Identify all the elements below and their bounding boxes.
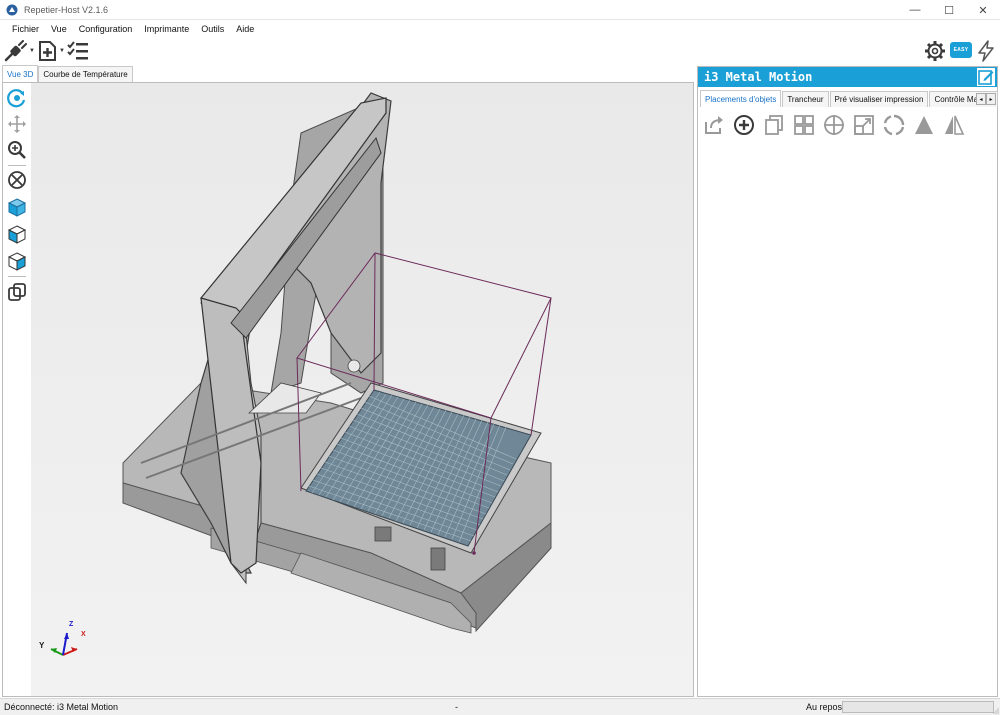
rotate-object-button[interactable] <box>882 113 906 137</box>
tab-scroll-right-button[interactable]: ▸ <box>986 93 996 105</box>
axis-x-label: X <box>81 631 86 638</box>
front-view-button[interactable] <box>6 223 28 245</box>
export-button[interactable] <box>702 113 726 137</box>
menu-configuration[interactable]: Configuration <box>73 24 139 34</box>
move-view-button[interactable] <box>6 113 28 135</box>
3d-viewport[interactable]: Y X Z <box>31 83 693 696</box>
window-title: Repetier-Host V2.1.6 <box>24 4 109 15</box>
top-view-button[interactable] <box>6 250 28 272</box>
parallel-view-button[interactable] <box>6 281 28 303</box>
iso-view-icon <box>7 198 27 217</box>
center-object-button[interactable] <box>822 113 846 137</box>
print-queue-icon <box>67 41 88 60</box>
print-queue-button[interactable] <box>66 40 90 62</box>
scale-object-button[interactable] <box>852 113 876 137</box>
printer-tabs: Placements d'objets Trancheur Pré visual… <box>700 90 999 107</box>
menu-fichier[interactable]: Fichier <box>6 24 45 34</box>
move-view-icon <box>8 115 26 133</box>
add-object-icon <box>734 115 754 135</box>
printer-model <box>50 92 552 656</box>
arrange-icon <box>794 115 814 135</box>
tab-slicer[interactable]: Trancheur <box>782 91 829 107</box>
tab-temperature-curve[interactable]: Courbe de Température <box>38 66 133 82</box>
zoom-view-icon <box>8 141 26 159</box>
load-dropdown-caret[interactable]: ▼ <box>59 48 65 54</box>
menu-outils[interactable]: Outils <box>195 24 230 34</box>
view-tools-divider <box>8 165 26 166</box>
tab-scroll-left-button[interactable]: ◂ <box>976 93 986 105</box>
axis-y-label: Y <box>39 641 45 650</box>
printer-panel: i3 Metal Motion Placements d'objets Tran… <box>697 66 999 697</box>
cut-icon <box>915 116 933 134</box>
settings-gear-icon <box>925 41 945 61</box>
easy-mode-badge[interactable]: EASY <box>950 42 972 58</box>
cut-object-button[interactable] <box>912 113 936 137</box>
connect-dropdown-caret[interactable]: ▼ <box>29 48 35 54</box>
printer-header: i3 Metal Motion <box>698 67 997 87</box>
menu-aide[interactable]: Aide <box>230 24 260 34</box>
connection-status: Déconnecté: i3 Metal Motion <box>4 702 119 712</box>
edit-icon <box>978 70 994 85</box>
status-middle: - <box>455 702 458 712</box>
rotate-icon <box>883 114 905 136</box>
tab-vue-3d[interactable]: Vue 3D <box>2 65 39 82</box>
menu-imprimante[interactable]: Imprimante <box>138 24 195 34</box>
fit-view-icon <box>8 171 26 189</box>
zoom-view-button[interactable] <box>6 139 28 161</box>
add-object-icon <box>39 41 56 61</box>
menu-vue[interactable]: Vue <box>45 24 73 34</box>
app-logo-icon <box>6 4 18 15</box>
top-view-icon <box>7 252 27 271</box>
settings-button[interactable] <box>924 40 946 62</box>
view-toolbar <box>3 83 31 696</box>
printer-name: i3 Metal Motion <box>704 70 813 84</box>
scale-icon <box>854 115 874 135</box>
connect-icon <box>4 40 27 62</box>
origin-marker <box>472 551 476 555</box>
front-view-icon <box>7 225 27 244</box>
center-icon <box>824 115 844 135</box>
toolbar: ▼ ▼ <box>0 38 1000 64</box>
tab-object-placement[interactable]: Placements d'objets <box>700 90 782 107</box>
print-progress-bar <box>842 701 994 713</box>
iso-view-button[interactable] <box>6 196 28 218</box>
view-tabs: Vue 3D Courbe de Température <box>2 65 133 82</box>
minimize-button[interactable]: — <box>898 0 932 20</box>
lightning-icon <box>978 40 994 62</box>
view-3d-panel: Y X Z <box>2 82 694 697</box>
lightning-button[interactable] <box>976 40 996 62</box>
fit-view-button[interactable] <box>6 169 28 191</box>
rotate-view-button[interactable] <box>6 87 28 109</box>
parallel-view-icon <box>8 283 26 301</box>
axis-z-label: Z <box>69 621 74 628</box>
view-tools-divider <box>8 276 26 277</box>
add-object-button[interactable] <box>732 113 756 137</box>
tab-print-preview[interactable]: Pré visualiser impression <box>829 91 929 107</box>
printer-state: Au repos <box>806 702 843 712</box>
edit-printer-button[interactable] <box>977 68 995 86</box>
mirror-object-button[interactable] <box>942 113 966 137</box>
load-file-button[interactable]: ▼ <box>36 40 65 62</box>
mirror-icon <box>945 115 965 135</box>
resize-grip-icon[interactable] <box>993 708 999 714</box>
axis-indicator <box>50 632 78 656</box>
copy-icon <box>765 115 783 135</box>
export-icon <box>705 116 723 134</box>
arrange-objects-button[interactable] <box>792 113 816 137</box>
close-button[interactable]: ✕ <box>966 0 1000 20</box>
connect-button[interactable]: ▼ <box>4 40 35 62</box>
maximize-button[interactable]: ☐ <box>932 0 966 20</box>
copy-object-button[interactable] <box>762 113 786 137</box>
rotate-view-icon <box>7 89 26 108</box>
menu-bar: Fichier Vue Configuration Imprimante Out… <box>0 20 1000 38</box>
title-bar: Repetier-Host V2.1.6 — ☐ ✕ <box>0 0 1000 20</box>
status-bar: Déconnecté: i3 Metal Motion - Au repos <box>0 698 1000 715</box>
